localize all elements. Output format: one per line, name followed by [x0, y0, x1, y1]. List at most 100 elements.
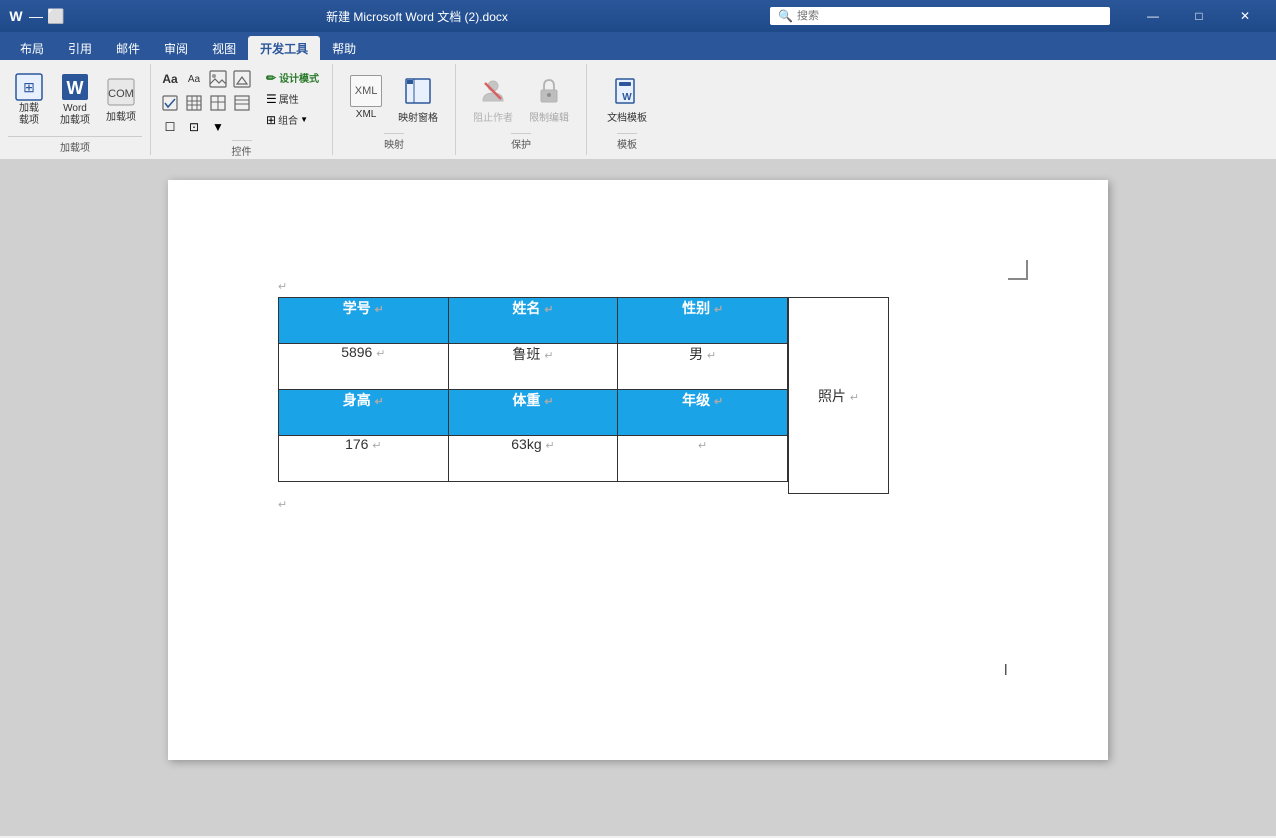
search-bar[interactable]: 🔍	[770, 7, 1110, 25]
table-row-data2: 176 ↵ 63kg ↵ ↵	[279, 436, 788, 482]
photo-cell[interactable]: 照片 ↵	[789, 298, 889, 494]
checkbox-ctrl-btn[interactable]	[159, 92, 181, 114]
data-cell-nianji[interactable]: ↵	[618, 436, 788, 482]
restrict-edit-icon	[533, 75, 565, 107]
header-cell-shengao[interactable]: 身高 ↵	[279, 390, 449, 436]
para-mark-xingming: ↵	[544, 304, 553, 316]
text-cursor-area: I	[1004, 662, 1008, 680]
header-cell-tizhong[interactable]: 体重 ↵	[448, 390, 618, 436]
word-addin-label: Word加载项	[60, 103, 90, 127]
table-container: ↵ 学号 ↵ 姓名	[278, 280, 1048, 511]
maximize-button[interactable]: □	[1176, 0, 1222, 32]
doc-template-label: 文档模板	[607, 109, 647, 124]
svg-text:COM: COM	[108, 88, 134, 100]
header-cell-nianji[interactable]: 年级 ↵	[618, 390, 788, 436]
add-addin-button[interactable]: ⊞ 加载载项	[8, 68, 50, 130]
addins-group-label: 加载项	[8, 136, 142, 154]
para-mark-nj: ↵	[714, 396, 723, 408]
com-addin-button[interactable]: COM 加载项	[100, 73, 142, 126]
para-mark-ds1: ↵	[372, 440, 381, 452]
group-button[interactable]: ⊞ 组合 ▼	[261, 110, 324, 129]
block-authors-icon	[477, 75, 509, 107]
aa-text-btn1[interactable]: Aa	[159, 68, 181, 90]
tab-shiTu[interactable]: 视图	[200, 36, 248, 60]
data-cell-tizhong[interactable]: 63kg ↵	[448, 436, 618, 482]
table-ctrl-btn2[interactable]	[207, 92, 229, 114]
add-addin-icon: ⊞	[13, 71, 45, 103]
doc-template-button[interactable]: W 文档模板	[602, 72, 652, 127]
design-mode-icon: ✏	[266, 71, 276, 85]
templates-group-label: 模板	[617, 133, 637, 151]
ribbon-tabs: 布局 引用 邮件 审阅 视图 开发工具 帮助	[0, 32, 1276, 60]
ribbon: ⊞ 加载载项 W Word加载项	[0, 60, 1276, 160]
student-info-table[interactable]: 学号 ↵ 姓名 ↵ 性别 ↵	[278, 297, 889, 494]
image-ctrl-btn[interactable]	[207, 68, 229, 90]
close-button[interactable]	[1222, 0, 1268, 32]
ribbon-group-protect: 阻止作者 限制编辑 保护	[456, 64, 587, 155]
table-ctrl-btn3[interactable]	[231, 92, 253, 114]
design-mode-label: 设计模式	[279, 70, 319, 85]
svg-text:⊞: ⊞	[23, 79, 35, 95]
tab-shenYue[interactable]: 审阅	[152, 36, 200, 60]
properties-button[interactable]: ☰ 属性	[261, 89, 324, 108]
ctrl-btn-row3-3[interactable]: ▼	[207, 116, 229, 138]
header-tizhong-text: 体重	[512, 392, 540, 408]
tab-youJian[interactable]: 邮件	[104, 36, 152, 60]
data-xuehao-value: 5896	[341, 344, 372, 360]
header-cell-xingming[interactable]: 姓名 ↵	[448, 298, 618, 344]
title-bar-controls: W — ⬜	[8, 8, 64, 24]
search-input[interactable]	[797, 10, 1102, 22]
minimize-system-icon[interactable]: —	[28, 8, 44, 24]
cursor-indicator	[1008, 260, 1028, 280]
tab-buJu[interactable]: 布局	[8, 36, 56, 60]
properties-icon: ☰	[266, 92, 277, 106]
com-addin-label: 加载项	[106, 108, 136, 123]
para-mark-sh: ↵	[375, 396, 384, 408]
tab-yiYong[interactable]: 引用	[56, 36, 104, 60]
design-mode-button[interactable]: ✏ 设计模式	[261, 68, 324, 87]
table-row-header1: 学号 ↵ 姓名 ↵ 性别 ↵	[279, 298, 788, 344]
word-addin-icon: W	[59, 71, 91, 103]
tab-bangZhu[interactable]: 帮助	[320, 36, 368, 60]
ribbon-group-templates: W 文档模板 模板	[587, 64, 667, 155]
com-addin-icon: COM	[105, 76, 137, 108]
xml-button[interactable]: XML XML	[345, 72, 387, 123]
data-cell-xuehao[interactable]: 5896 ↵	[279, 344, 449, 390]
map-window-button[interactable]: 映射窗格	[393, 72, 443, 127]
document-page[interactable]: ↵ 学号 ↵ 姓名	[168, 180, 1108, 760]
aa-text-btn2[interactable]: Aa	[183, 68, 205, 90]
para-mark-xingbie: ↵	[714, 304, 723, 316]
block-authors-button[interactable]: 阻止作者	[468, 72, 518, 127]
para-mark-xuehao: ↵	[375, 304, 384, 316]
photo-label-text: 照片	[818, 388, 846, 404]
header-cell-xingbie[interactable]: 性别 ↵	[618, 298, 788, 344]
restrict-edit-button[interactable]: 限制编辑	[524, 72, 574, 127]
student-data-table[interactable]: 学号 ↵ 姓名 ↵ 性别 ↵	[278, 297, 788, 482]
table-ctrl-btn1[interactable]	[183, 92, 205, 114]
svg-text:W: W	[622, 92, 632, 103]
group-label: 组合	[278, 112, 298, 127]
minimize-button[interactable]: —	[1130, 0, 1176, 32]
para-mark-d3: ↵	[707, 350, 716, 362]
para-mark-ds2: ↵	[546, 440, 555, 452]
table-row-data1: 5896 ↵ 鲁班 ↵ 男 ↵	[279, 344, 788, 390]
ctrl-btn-row3-1[interactable]: ☐	[159, 116, 181, 138]
group-icon: ⊞	[266, 113, 276, 127]
word-addin-button[interactable]: W Word加载项	[54, 68, 96, 130]
para-mark-ds3: ↵	[698, 440, 707, 452]
para-mark-photo: ↵	[850, 392, 859, 404]
image-ctrl-btn2[interactable]	[231, 68, 253, 90]
header-xuehao-text: 学号	[343, 300, 371, 316]
protect-group-label: 保护	[511, 133, 531, 151]
properties-label: 属性	[279, 91, 299, 106]
data-cell-shengao[interactable]: 176 ↵	[279, 436, 449, 482]
ctrl-btn-row3-2[interactable]: ⊡	[183, 116, 205, 138]
tab-kaiFaGongJu[interactable]: 开发工具	[248, 36, 320, 60]
word-icon: W	[8, 8, 24, 24]
header-cell-xuehao[interactable]: 学号 ↵	[279, 298, 449, 344]
data-cell-xingming[interactable]: 鲁班 ↵	[448, 344, 618, 390]
main-area: ↵ 学号 ↵ 姓名	[0, 160, 1276, 836]
mapping-group-label: 映射	[384, 133, 404, 151]
restore-system-icon[interactable]: ⬜	[48, 8, 64, 24]
data-cell-xingbie[interactable]: 男 ↵	[618, 344, 788, 390]
